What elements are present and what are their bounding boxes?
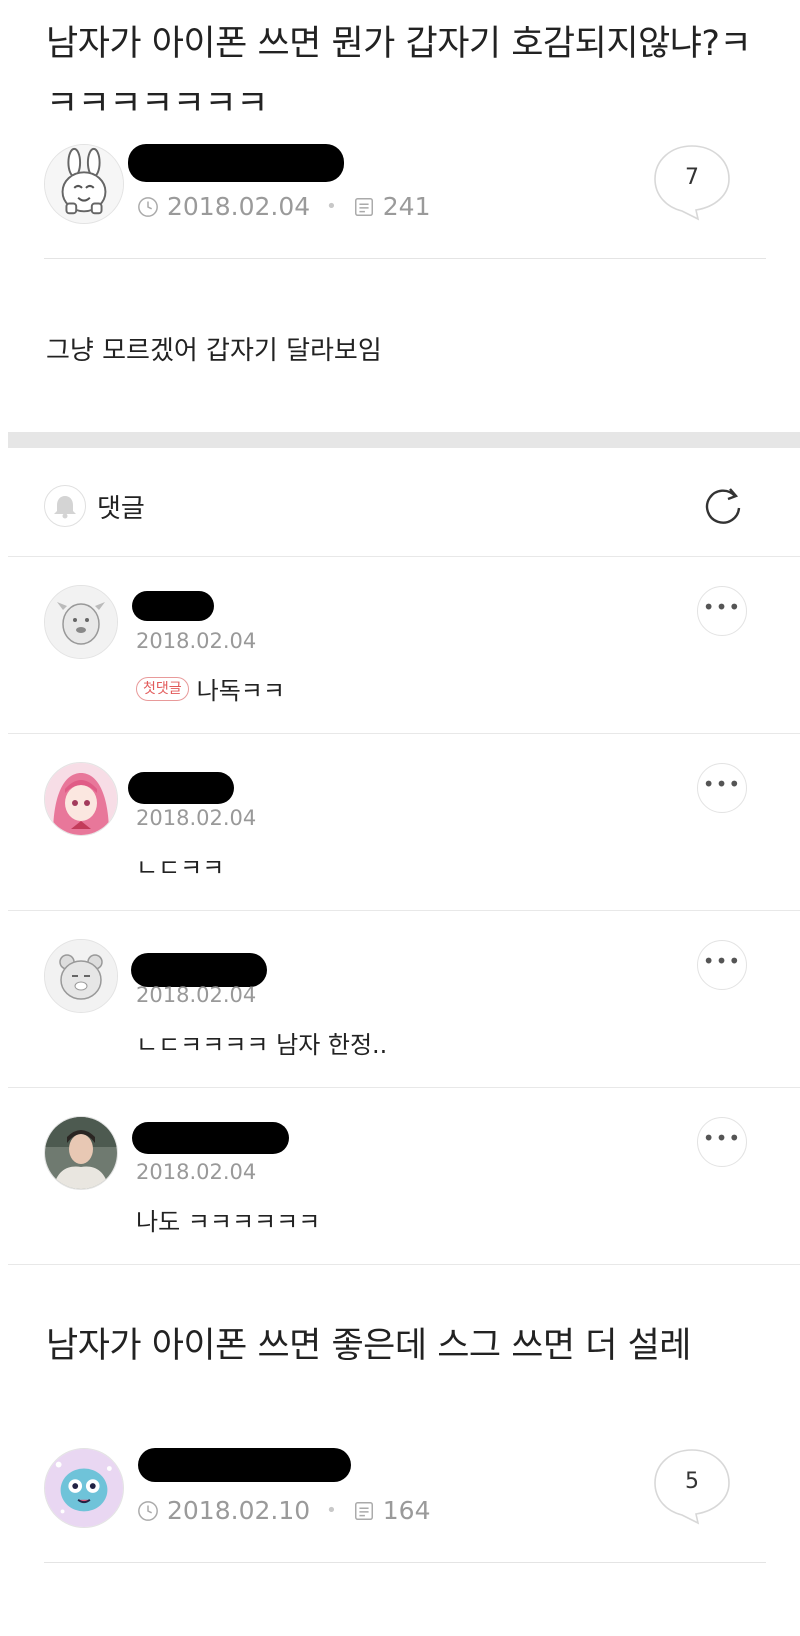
section-separator: [8, 432, 800, 448]
commenter-avatar[interactable]: [44, 1116, 118, 1190]
comment-count: 5: [685, 1469, 699, 1494]
comments-header: 댓글: [0, 450, 800, 556]
anime-girl-avatar-icon: [45, 763, 117, 835]
commenter-avatar[interactable]: [44, 762, 118, 836]
meta-separator: •: [326, 196, 337, 217]
comment-count-bubble[interactable]: 5: [652, 1447, 732, 1525]
comment-count: 7: [685, 165, 699, 190]
views-icon: [353, 196, 375, 218]
rabbit-avatar-icon: [45, 145, 123, 223]
post-divider: [44, 258, 766, 259]
comment-date: 2018.02.04: [136, 629, 257, 653]
author-avatar[interactable]: [44, 144, 124, 224]
comments-label: 댓글: [97, 494, 145, 524]
post-title[interactable]: 남자가 아이폰 쓰면 뭔가 갑자기 호감되지않냐?ㅋㅋㅋㅋㅋㅋㅋㅋ: [46, 14, 760, 134]
more-options-button[interactable]: •••: [697, 586, 747, 636]
comment-text: ㄴㄷㅋㅋ: [136, 854, 225, 882]
redacted-author-name: [128, 144, 344, 182]
post-divider: [44, 1562, 766, 1563]
comment-text: 나독ㅋㅋ: [196, 677, 285, 705]
clock-icon: [137, 196, 159, 218]
comment-date: 2018.02.04: [136, 806, 257, 830]
clock-icon: [137, 1500, 159, 1522]
post-views: 241: [382, 192, 431, 221]
blue-character-avatar-icon: [45, 1449, 123, 1527]
commenter-avatar[interactable]: [44, 939, 118, 1013]
redacted-commenter-name: [131, 953, 267, 987]
views-icon: [353, 1500, 375, 1522]
more-options-button[interactable]: •••: [697, 1117, 747, 1167]
comment-date: 2018.02.04: [136, 983, 257, 1007]
first-comment-badge: 첫댓글: [136, 676, 189, 701]
redacted-author-name: [138, 1448, 351, 1482]
comment-text: 나도 ㅋㅋㅋㅋㅋㅋ: [136, 1208, 321, 1236]
comment-item: 2018.02.04 ㄴㄷㅋㅋ •••: [0, 734, 800, 911]
dog-avatar-icon: [45, 586, 117, 658]
refresh-icon[interactable]: [700, 482, 746, 528]
comment-text-row: 첫댓글 나독ㅋㅋ: [136, 671, 285, 706]
post-date: 2018.02.04: [167, 192, 311, 221]
comment-item: 2018.02.04 ㄴㄷㅋㅋㅋㅋ 남자 한정.. •••: [0, 911, 800, 1088]
commenter-avatar[interactable]: [44, 585, 118, 659]
bear-avatar-icon: [45, 940, 117, 1012]
bell-icon[interactable]: [44, 485, 86, 527]
post-meta: 2018.02.04 • 241: [137, 192, 430, 221]
post-title[interactable]: 남자가 아이폰 쓰면 좋은데 스그 쓰면 더 설레: [46, 1316, 760, 1376]
redacted-commenter-name: [132, 1122, 289, 1154]
comment-count-bubble[interactable]: 7: [652, 143, 732, 221]
post-meta: 2018.02.10 • 164: [137, 1496, 430, 1525]
comment-divider: [8, 1264, 800, 1265]
comment-date: 2018.02.04: [136, 1160, 257, 1184]
comment-item: 2018.02.04 첫댓글 나독ㅋㅋ •••: [0, 557, 800, 734]
post-body: 그냥 모르겠어 갑자기 달라보임: [46, 336, 382, 366]
comment-item: 2018.02.04 나도 ㅋㅋㅋㅋㅋㅋ •••: [0, 1088, 800, 1265]
meta-separator: •: [326, 1500, 337, 1521]
comment-text: ㄴㄷㅋㅋㅋㅋ 남자 한정..: [136, 1031, 388, 1059]
more-options-button[interactable]: •••: [697, 940, 747, 990]
redacted-commenter-name: [128, 772, 234, 804]
redacted-commenter-name: [132, 591, 214, 621]
man-photo-avatar-icon: [45, 1117, 117, 1189]
author-avatar[interactable]: [44, 1448, 124, 1528]
post-views: 164: [382, 1496, 431, 1525]
post-date: 2018.02.10: [167, 1496, 311, 1525]
more-options-button[interactable]: •••: [697, 763, 747, 813]
